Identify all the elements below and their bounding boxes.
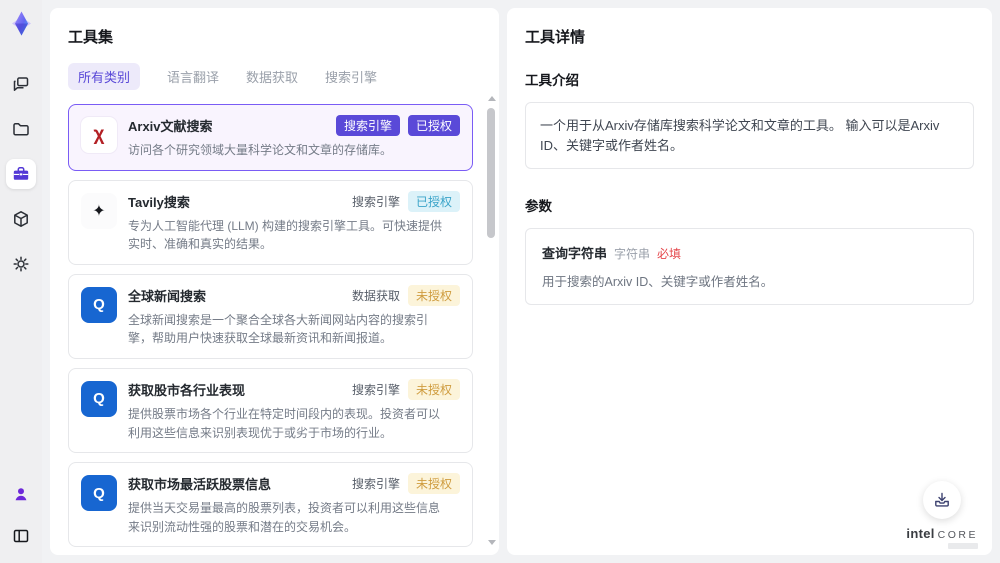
tool-icon: Q [81,475,117,512]
tool-collection-panel: 工具集 所有类别 语言翻译 数据获取 搜索引擎 χ Arxiv文献搜索 搜索引擎… [50,8,499,555]
app-sidebar [0,0,42,563]
tool-icon: Q [81,286,117,323]
tool-description: 专为人工智能代理 (LLM) 构建的搜索引擎工具。可快速提供实时、准确和真实的结… [128,218,443,252]
tool-category-badge: 数据获取 [351,288,400,303]
param-description: 用于搜索的Arxiv ID、关键字或作者姓名。 [542,275,774,289]
tool-auth-badge: 已授权 [407,115,460,136]
tool-icon-glyph: χ [93,124,105,145]
sidebar-item-files[interactable] [6,114,36,144]
category-tab[interactable]: 搜索引擎 [325,67,377,86]
tool-icon: χ [81,117,117,153]
intel-core-logo: intel CORE [906,526,978,541]
tool-name: 全球新闻搜索 [128,288,207,304]
tool-card[interactable]: ✦ Tavily搜索 搜索引擎 已授权 专为人工智能代理 (LLM) 构建的搜索… [68,179,473,265]
tool-description: 提供股票市场各个行业在特定时间段内的表现。投资者可以利用这些信息来识别表现优于或… [128,406,441,440]
tool-description: 全球新闻搜索是一个聚合全球各大新闻网站内容的搜索引擎，帮助用户快速获取全球最新资… [128,312,429,346]
tool-icon-glyph: Q [93,296,105,314]
tool-name: 获取股市各行业表现 [128,382,246,398]
folder-icon [11,119,31,139]
tool-body: 获取市场最活跃股票信息 搜索引擎 未授权 提供当天交易量最高的股票列表，投资者可… [128,473,460,536]
tool-category-badge: 搜索引擎 [335,115,400,136]
list-scrollbar[interactable] [487,96,496,545]
panel-toggle-icon [11,526,31,546]
sidebar-nav [6,69,36,279]
params-heading: 参数 [525,199,552,214]
param-type: 字符串 [614,247,651,261]
intel-sub-badge [948,543,978,549]
param-card: 查询字符串 字符串 必填 用于搜索的Arxiv ID、关键字或作者姓名。 [525,228,974,305]
tool-card[interactable]: χ Arxiv文献搜索 搜索引擎 已授权 访问各个研究领域大量科学论文和文章的存… [68,104,473,171]
tool-icon-glyph: Q [93,390,105,408]
tool-icon: ✦ [81,192,117,229]
tool-name: 获取市场最活跃股票信息 [128,477,272,493]
tool-auth-badge: 未授权 [407,284,460,306]
tool-description: 提供当天交易量最高的股票列表，投资者可以利用这些信息来识别流动性强的股票和潜在的… [128,501,441,534]
tool-body: Tavily搜索 搜索引擎 已授权 专为人工智能代理 (LLM) 构建的搜索引擎… [128,190,460,254]
category-tab[interactable]: 所有类别 [68,63,141,90]
app-logo-icon [8,10,35,37]
tool-category-badge: 搜索引擎 [351,477,400,492]
tool-intro-text: 一个用于从Arxiv存储库搜索科学论文和文章的工具。 输入可以是Arxiv ID… [525,102,974,169]
chat-icon [11,74,31,94]
tool-body: Arxiv文献搜索 搜索引擎 已授权 访问各个研究领域大量科学论文和文章的存储库… [128,115,460,160]
intel-brand-text: intel [906,526,935,541]
scrollbar-down-icon[interactable] [488,540,496,545]
param-name: 查询字符串 [542,246,608,261]
tool-icon: Q [81,380,117,417]
download-button[interactable] [923,481,962,519]
sidebar-item-account[interactable] [6,479,36,509]
param-required-badge: 必填 [657,247,682,261]
tool-card[interactable]: Q 全球新闻搜索 数据获取 未授权 全球新闻搜索是一个聚合全球各大新闻网站内容的… [68,273,473,359]
page-title: 工具集 [68,29,114,46]
param-list: 查询字符串 字符串 必填 用于搜索的Arxiv ID、关键字或作者姓名。 [525,228,974,305]
sidebar-item-chat[interactable] [6,69,36,99]
tool-category-badge: 搜索引擎 [351,382,400,397]
intro-heading: 工具介绍 [525,73,579,88]
core-brand-text: CORE [937,529,978,541]
sidebar-bottom [6,479,36,551]
category-tab[interactable]: 语言翻译 [167,67,219,86]
tool-category-badge: 搜索引擎 [351,194,400,209]
tool-detail-panel: 工具详情 工具介绍 一个用于从Arxiv存储库搜索科学论文和文章的工具。 输入可… [507,8,992,555]
tool-body: 获取股市各行业表现 搜索引擎 未授权 提供股票市场各个行业在特定时间段内的表现。… [128,378,460,442]
sidebar-item-toolbox[interactable] [6,159,36,189]
settings-icon [11,254,31,274]
scrollbar-up-icon[interactable] [488,96,496,101]
detail-title: 工具详情 [525,29,586,46]
tool-auth-badge: 未授权 [407,378,460,400]
tool-auth-badge: 未授权 [407,473,460,495]
tool-name: Arxiv文献搜索 [128,119,213,134]
download-icon [933,491,951,509]
tool-card[interactable]: Q 获取股市各行业表现 搜索引擎 未授权 提供股票市场各个行业在特定时间段内的表… [68,367,473,454]
corner-widgets: intel CORE [906,481,978,549]
tool-description: 访问各个研究领域大量科学论文和文章的存储库。 [128,143,393,157]
category-tab[interactable]: 数据获取 [246,67,298,86]
tool-list: χ Arxiv文献搜索 搜索引擎 已授权 访问各个研究领域大量科学论文和文章的存… [68,104,485,555]
tool-icon-glyph: Q [93,484,105,502]
tool-card[interactable]: Q 获取市场最活跃股票信息 搜索引擎 未授权 提供当天交易量最高的股票列表，投资… [68,462,473,548]
sidebar-item-collapse[interactable] [6,521,36,551]
sidebar-item-settings[interactable] [6,249,36,279]
tool-auth-badge: 已授权 [407,190,460,212]
sidebar-item-packages[interactable] [6,204,36,234]
tool-name: Tavily搜索 [128,194,190,210]
category-tabs: 所有类别 语言翻译 数据获取 搜索引擎 [68,63,485,90]
cube-icon [11,209,31,229]
tool-icon-glyph: ✦ [92,202,106,220]
tool-body: 全球新闻搜索 数据获取 未授权 全球新闻搜索是一个聚合全球各大新闻网站内容的搜索… [128,284,460,348]
toolbox-icon [11,164,31,184]
user-icon [11,484,31,504]
scrollbar-thumb[interactable] [487,108,495,238]
